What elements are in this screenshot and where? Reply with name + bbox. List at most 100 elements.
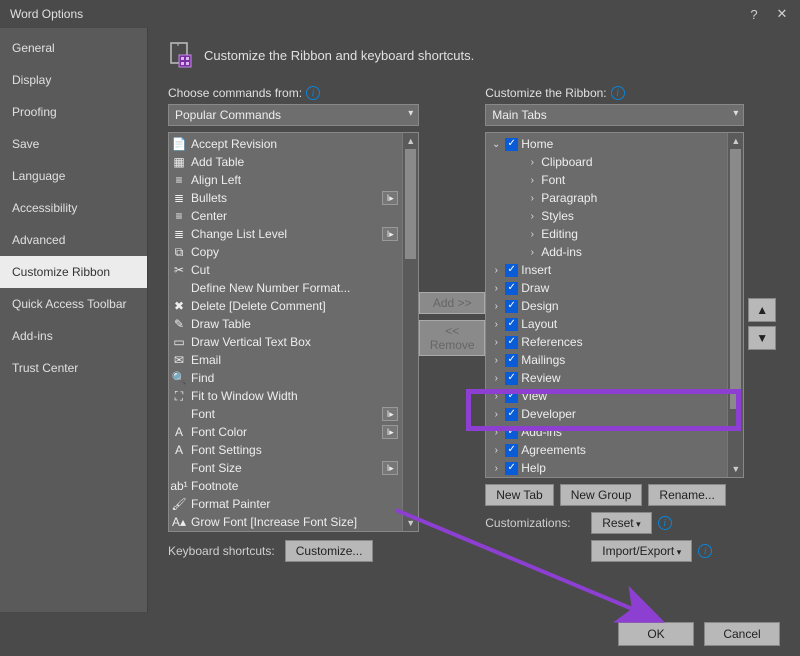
add-button[interactable]: Add >> (419, 292, 485, 314)
ribbon-tree-item[interactable]: ›Font (486, 171, 727, 189)
ribbon-tree-item[interactable]: ›✓Mailings (486, 351, 727, 369)
checkbox[interactable]: ✓ (505, 300, 518, 313)
command-item[interactable]: ≡Align Left (169, 171, 402, 189)
ribbon-tree-item[interactable]: ›Add-ins (486, 243, 727, 261)
info-icon[interactable]: i (611, 86, 625, 100)
command-item[interactable]: ab¹Footnote (169, 477, 402, 495)
rename-button[interactable]: Rename... (648, 484, 725, 506)
commands-source-dropdown[interactable]: Popular Commands (168, 104, 419, 126)
info-icon[interactable]: i (698, 544, 712, 558)
expand-icon[interactable]: › (490, 427, 502, 438)
checkbox[interactable]: ✓ (505, 408, 518, 421)
ribbon-tree-item[interactable]: ›Editing (486, 225, 727, 243)
scrollbar-thumb[interactable] (730, 149, 741, 409)
checkbox[interactable]: ✓ (505, 354, 518, 367)
new-tab-button[interactable]: New Tab (485, 484, 553, 506)
move-up-button[interactable]: ▲ (748, 298, 776, 322)
sidebar-item-quick-access-toolbar[interactable]: Quick Access Toolbar (0, 288, 147, 320)
expand-icon[interactable]: › (490, 301, 502, 312)
sidebar-item-general[interactable]: General (0, 32, 147, 64)
command-item[interactable]: ≣Change List LevelI▸ (169, 225, 402, 243)
reset-button[interactable]: Reset (591, 512, 651, 534)
expand-icon[interactable]: › (490, 319, 502, 330)
command-item[interactable]: ▦Add Table (169, 153, 402, 171)
expand-icon[interactable]: › (526, 229, 538, 240)
expand-icon[interactable]: › (490, 409, 502, 420)
ok-button[interactable]: OK (618, 622, 694, 646)
remove-button[interactable]: << Remove (419, 320, 485, 356)
command-item[interactable]: ✎Draw Table (169, 315, 402, 333)
commands-scrollbar[interactable]: ▲ ▼ (402, 133, 418, 531)
ribbon-tree-item[interactable]: ›✓View (486, 387, 727, 405)
ribbon-tree-item[interactable]: ›✓References (486, 333, 727, 351)
sidebar-item-language[interactable]: Language (0, 160, 147, 192)
scroll-up-icon[interactable]: ▲ (728, 133, 743, 149)
expand-icon[interactable]: › (490, 355, 502, 366)
sidebar-item-add-ins[interactable]: Add-ins (0, 320, 147, 352)
ribbon-tree-item[interactable]: ⌄✓Home (486, 135, 727, 153)
checkbox[interactable]: ✓ (505, 336, 518, 349)
ribbon-tree-item[interactable]: ›✓Help (486, 459, 727, 477)
command-item[interactable]: Font SizeI▸ (169, 459, 402, 477)
expand-icon[interactable]: › (526, 211, 538, 222)
ribbon-tree-item[interactable]: ›Styles (486, 207, 727, 225)
sidebar-item-accessibility[interactable]: Accessibility (0, 192, 147, 224)
expand-icon[interactable]: › (490, 373, 502, 384)
sidebar-item-advanced[interactable]: Advanced (0, 224, 147, 256)
ribbon-scrollbar[interactable]: ▲ ▼ (727, 133, 743, 477)
customize-shortcuts-button[interactable]: Customize... (285, 540, 374, 562)
checkbox[interactable]: ✓ (505, 138, 518, 151)
ribbon-tree-item[interactable]: ›✓Draw (486, 279, 727, 297)
ribbon-tree-item[interactable]: ›✓Layout (486, 315, 727, 333)
command-item[interactable]: ⧉Copy (169, 243, 402, 261)
expand-icon[interactable]: › (490, 463, 502, 474)
expand-icon[interactable]: › (526, 193, 538, 204)
collapse-icon[interactable]: ⌄ (490, 139, 502, 150)
command-item[interactable]: Define New Number Format... (169, 279, 402, 297)
scrollbar-thumb[interactable] (405, 149, 416, 259)
command-item[interactable]: 🖌Format Painter (169, 495, 402, 513)
import-export-button[interactable]: Import/Export (591, 540, 692, 562)
scroll-down-icon[interactable]: ▼ (728, 461, 743, 477)
command-item[interactable]: 📄Accept Revision (169, 135, 402, 153)
sidebar-item-trust-center[interactable]: Trust Center (0, 352, 147, 384)
checkbox[interactable]: ✓ (505, 426, 518, 439)
ribbon-tree[interactable]: ⌄✓Home›Clipboard›Font›Paragraph›Styles›E… (485, 132, 744, 478)
checkbox[interactable]: ✓ (505, 282, 518, 295)
ribbon-scope-dropdown[interactable]: Main Tabs (485, 104, 744, 126)
sidebar-item-proofing[interactable]: Proofing (0, 96, 147, 128)
command-item[interactable]: A▴Grow Font [Increase Font Size] (169, 513, 402, 531)
close-button[interactable]: ✕ (768, 3, 796, 25)
command-item[interactable]: ≡Center (169, 207, 402, 225)
commands-listbox[interactable]: 📄Accept Revision▦Add Table≡Align Left≣Bu… (168, 132, 419, 532)
info-icon[interactable]: i (658, 516, 672, 530)
checkbox[interactable]: ✓ (505, 318, 518, 331)
command-item[interactable]: AFont ColorI▸ (169, 423, 402, 441)
command-item[interactable]: ⛶Fit to Window Width (169, 387, 402, 405)
command-item[interactable]: ✉Email (169, 351, 402, 369)
ribbon-tree-item[interactable]: ›✓Agreements (486, 441, 727, 459)
command-item[interactable]: ▭Draw Vertical Text Box (169, 333, 402, 351)
checkbox[interactable]: ✓ (505, 264, 518, 277)
command-item[interactable]: ≣BulletsI▸ (169, 189, 402, 207)
command-item[interactable]: ✖Delete [Delete Comment] (169, 297, 402, 315)
move-down-button[interactable]: ▼ (748, 326, 776, 350)
checkbox[interactable]: ✓ (505, 390, 518, 403)
expand-icon[interactable]: › (526, 247, 538, 258)
scroll-down-icon[interactable]: ▼ (403, 515, 418, 531)
ribbon-tree-item[interactable]: ›✓Review (486, 369, 727, 387)
cancel-button[interactable]: Cancel (704, 622, 780, 646)
expand-icon[interactable]: › (490, 283, 502, 294)
command-item[interactable]: ✂Cut (169, 261, 402, 279)
ribbon-tree-item[interactable]: ›Clipboard (486, 153, 727, 171)
command-item[interactable]: 🔍Find (169, 369, 402, 387)
sidebar-item-customize-ribbon[interactable]: Customize Ribbon (0, 256, 147, 288)
new-group-button[interactable]: New Group (560, 484, 643, 506)
info-icon[interactable]: i (306, 86, 320, 100)
ribbon-tree-item[interactable]: ›Paragraph (486, 189, 727, 207)
expand-icon[interactable]: › (490, 265, 502, 276)
checkbox[interactable]: ✓ (505, 462, 518, 475)
command-item[interactable]: FontI▸ (169, 405, 402, 423)
expand-icon[interactable]: › (490, 337, 502, 348)
expand-icon[interactable]: › (526, 175, 538, 186)
